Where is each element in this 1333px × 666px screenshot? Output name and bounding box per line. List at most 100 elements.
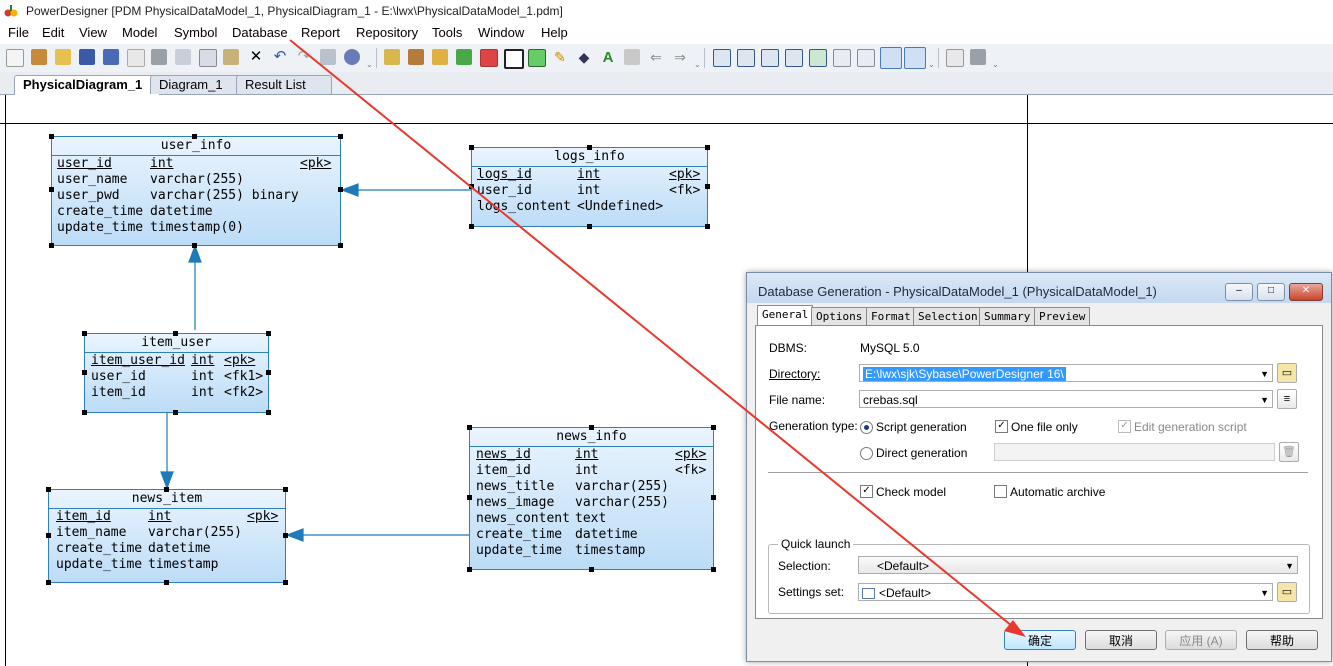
resize-handle[interactable] (283, 533, 288, 538)
chevron-down-icon[interactable]: ▼ (1285, 557, 1294, 573)
one-file-only-checkbox[interactable]: ✓ (995, 420, 1008, 433)
browse-folder-icon[interactable]: ▭ (1277, 363, 1297, 383)
directory-combo[interactable]: E:\lwx\sjk\Sybase\PowerDesigner 16\ ▼ (859, 364, 1273, 382)
resize-handle[interactable] (338, 187, 343, 192)
column-name: create_time (56, 541, 143, 556)
arrow-head-icon (285, 528, 304, 542)
settings-set-combo[interactable]: <Default> ▼ (858, 583, 1273, 601)
help-button[interactable]: 帮助 (1246, 630, 1318, 650)
script-generation-radio[interactable] (860, 421, 873, 434)
dialog-title-bar[interactable]: Database Generation - PhysicalDataModel_… (747, 273, 1331, 303)
maximize-icon[interactable]: □ (1257, 283, 1285, 301)
resize-handle[interactable] (266, 410, 271, 415)
resize-handle[interactable] (46, 580, 51, 585)
resize-handle[interactable] (266, 370, 271, 375)
entity-logs-info[interactable]: logs_info logs_id int <pk> user_id int <fk> … (469, 145, 710, 229)
directory-value: E:\lwx\sjk\Sybase\PowerDesigner 16\ (863, 367, 1066, 381)
tab-format[interactable]: Format (866, 307, 916, 325)
cancel-button[interactable]: 取消 (1085, 630, 1157, 650)
minimize-icon[interactable]: – (1225, 283, 1253, 301)
entity-news-info[interactable]: news_info news_id int <pk> item_id int <fk> … (467, 425, 716, 572)
column-type: varchar(255) (575, 479, 669, 494)
automatic-archive-label: Automatic archive (1010, 485, 1106, 499)
resize-handle[interactable] (705, 184, 710, 189)
generation-type-label: Generation type: (769, 419, 858, 433)
column-type: int (150, 156, 174, 171)
settings-folder-icon[interactable]: ▭ (1277, 582, 1297, 602)
dialog-title: Database Generation - PhysicalDataModel_… (758, 284, 1157, 299)
column-name: update_time (57, 220, 144, 235)
resize-handle[interactable] (589, 425, 594, 430)
resize-handle[interactable] (705, 145, 710, 150)
tab-general[interactable]: General (757, 305, 814, 326)
column-row: news_content text (470, 511, 713, 527)
column-type: timestamp (575, 543, 646, 558)
resize-handle[interactable] (467, 425, 472, 430)
resize-handle[interactable] (46, 487, 51, 492)
ok-button[interactable]: 确定 (1004, 630, 1076, 650)
filename-combo[interactable]: crebas.sql ▼ (859, 390, 1273, 408)
resize-handle[interactable] (587, 224, 592, 229)
close-icon[interactable]: ✕ (1289, 283, 1323, 301)
resize-handle[interactable] (82, 331, 87, 336)
column-type: int (148, 509, 172, 524)
resize-handle[interactable] (283, 487, 288, 492)
automatic-archive-checkbox[interactable] (994, 485, 1007, 498)
resize-handle[interactable] (469, 145, 474, 150)
column-name: news_content (476, 511, 570, 526)
resize-handle[interactable] (173, 331, 178, 336)
database-generation-dialog: Database Generation - PhysicalDataModel_… (746, 272, 1332, 662)
column-name: update_time (56, 557, 143, 572)
resize-handle[interactable] (469, 184, 474, 189)
column-row: create_time datetime (49, 541, 285, 557)
tab-selection[interactable]: Selection (913, 307, 983, 325)
tab-summary[interactable]: Summary (979, 307, 1036, 325)
resize-handle[interactable] (587, 145, 592, 150)
resize-handle[interactable] (82, 370, 87, 375)
resize-handle[interactable] (711, 567, 716, 572)
resize-handle[interactable] (338, 134, 343, 139)
resize-handle[interactable] (192, 243, 197, 248)
resize-handle[interactable] (338, 243, 343, 248)
column-key: <fk> (675, 463, 707, 478)
resize-handle[interactable] (192, 134, 197, 139)
resize-handle[interactable] (46, 533, 51, 538)
chevron-down-icon[interactable]: ▼ (1260, 365, 1269, 381)
direct-generation-radio[interactable] (860, 447, 873, 460)
resize-handle[interactable] (173, 410, 178, 415)
column-key: <fk> (669, 183, 701, 198)
column-name: logs_id (477, 167, 532, 182)
entity-news-item[interactable]: news_item item_id int <pk> item_name varcha… (46, 487, 288, 585)
file-properties-icon[interactable]: ≡ (1277, 389, 1297, 409)
column-row: create_time datetime (52, 204, 340, 220)
entity-user-info[interactable]: user_info user_id int <pk> user_name varcha… (49, 134, 343, 248)
resize-handle[interactable] (469, 224, 474, 229)
entity-item-user[interactable]: item_user item_user_id int <pk> user_id int… (82, 331, 271, 415)
resize-handle[interactable] (283, 580, 288, 585)
settings-value: <Default> (879, 586, 932, 600)
resize-handle[interactable] (705, 224, 710, 229)
resize-handle[interactable] (49, 187, 54, 192)
directory-label: Directory: (769, 367, 821, 381)
resize-handle[interactable] (711, 495, 716, 500)
resize-handle[interactable] (467, 567, 472, 572)
resize-handle[interactable] (49, 134, 54, 139)
resize-handle[interactable] (49, 243, 54, 248)
column-name: user_id (91, 369, 146, 384)
chevron-down-icon[interactable]: ▼ (1260, 584, 1269, 600)
resize-handle[interactable] (164, 487, 169, 492)
resize-handle[interactable] (82, 410, 87, 415)
selection-combo[interactable]: <Default> ▼ (858, 556, 1298, 574)
resize-handle[interactable] (266, 331, 271, 336)
resize-handle[interactable] (164, 580, 169, 585)
column-type: datetime (150, 204, 213, 219)
resize-handle[interactable] (711, 425, 716, 430)
resize-handle[interactable] (589, 567, 594, 572)
resize-handle[interactable] (467, 495, 472, 500)
tab-preview[interactable]: Preview (1034, 307, 1091, 325)
tab-options[interactable]: Options (811, 307, 868, 325)
arrow-head-icon (160, 471, 174, 490)
chevron-down-icon[interactable]: ▼ (1260, 391, 1269, 407)
quick-launch-title: Quick launch (778, 537, 854, 551)
check-model-checkbox[interactable]: ✓ (860, 485, 873, 498)
